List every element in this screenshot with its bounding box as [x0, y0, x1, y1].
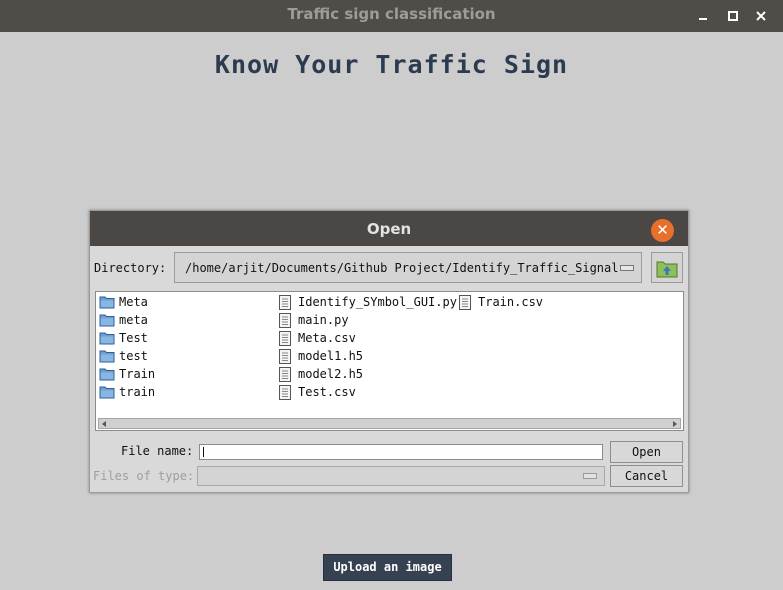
file-list-item-label: model1.h5 [298, 349, 364, 363]
file-list-item-label: Meta [119, 295, 148, 309]
scroll-right-icon[interactable] [671, 420, 679, 428]
file-list-item-label: Meta.csv [298, 331, 356, 345]
file-icon [278, 367, 292, 385]
horizontal-scrollbar[interactable] [98, 418, 681, 429]
file-icon [458, 295, 472, 313]
file-list-item-label: Test.csv [298, 385, 356, 399]
folder-icon [99, 367, 115, 384]
file-list-item-label: test [119, 349, 148, 363]
directory-value: /home/arjit/Documents/Github Project/Ide… [185, 261, 619, 275]
file-list-item-label: model2.h5 [298, 367, 364, 381]
folder-icon [99, 313, 115, 330]
cancel-button[interactable]: Cancel [610, 465, 683, 487]
file-list-item-label: Train.csv [478, 295, 544, 309]
dropdown-arrow-icon [620, 265, 634, 271]
open-file-dialog: Open ✕ Directory: /home/arjit/Documents/… [89, 210, 689, 493]
file-name-label: File name: [121, 444, 194, 458]
scroll-left-icon[interactable] [100, 420, 108, 428]
file-list-item-label: Test [119, 331, 148, 345]
files-of-type-select[interactable] [197, 466, 605, 486]
maximize-icon[interactable] [724, 7, 742, 25]
folder-icon [99, 295, 115, 312]
folder-icon [99, 385, 115, 402]
dialog-title: Open [366, 220, 412, 238]
file-icon [278, 331, 292, 349]
dropdown-arrow-icon [583, 473, 597, 479]
close-icon[interactable] [752, 7, 770, 25]
file-list-item-label: train [119, 385, 156, 399]
file-list[interactable]: Meta meta Test test Train train Identify_SYmbo… [95, 291, 684, 431]
upload-image-button[interactable]: Upload an image [323, 554, 452, 581]
minimize-icon[interactable] [694, 7, 712, 25]
page-heading: Know Your Traffic Sign [214, 50, 569, 79]
file-list-item-label: Identify_SYmbol_GUI.py [298, 295, 457, 309]
file-icon [278, 385, 292, 403]
folder-icon [99, 349, 115, 366]
folder-up-icon [656, 261, 678, 278]
file-icon [278, 313, 292, 331]
file-name-input[interactable] [199, 444, 603, 460]
file-icon [278, 295, 292, 313]
directory-select[interactable]: /home/arjit/Documents/Github Project/Ide… [174, 252, 642, 283]
file-list-item-label: main.py [298, 313, 349, 327]
window-titlebar: Traffic sign classification [0, 0, 783, 32]
folder-icon [99, 331, 115, 348]
window-title: Traffic sign classification [287, 5, 496, 23]
file-icon [278, 349, 292, 367]
parent-directory-button[interactable] [651, 252, 683, 283]
open-button[interactable]: Open [610, 441, 683, 463]
directory-label: Directory: [94, 261, 167, 275]
file-list-item-label: meta [119, 313, 148, 327]
text-caret [203, 447, 204, 457]
dialog-close-button[interactable]: ✕ [651, 219, 674, 242]
close-icon: ✕ [656, 221, 669, 239]
files-of-type-label: Files of type: [93, 469, 195, 483]
dialog-titlebar: Open ✕ [90, 211, 688, 246]
file-list-item-label: Train [119, 367, 156, 381]
